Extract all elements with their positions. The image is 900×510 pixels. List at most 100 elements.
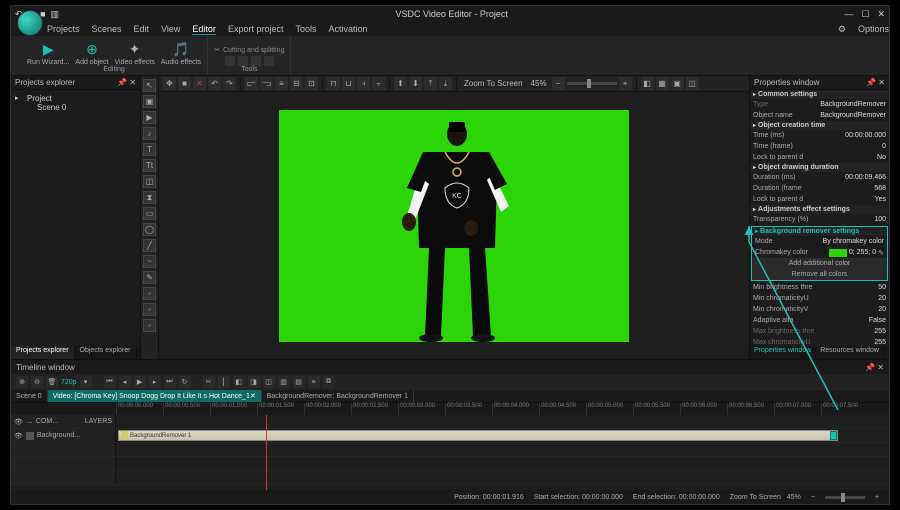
tool-cursor-icon[interactable]: ↖ [143, 79, 156, 92]
add-object-button[interactable]: ⊕Add object [75, 41, 108, 66]
qat-open-icon[interactable]: ▥ [51, 9, 60, 20]
chromakey-color-chip[interactable] [829, 249, 847, 257]
pt-redo-icon[interactable]: ↷ [223, 77, 236, 90]
zoom-in-icon[interactable]: + [619, 77, 632, 90]
ribbon-tool[interactable] [238, 56, 248, 66]
sec-bgrem[interactable]: Background remover settings [752, 227, 887, 236]
tc-trash-icon[interactable]: 🗑 [46, 376, 58, 388]
pt-align[interactable]: ⫟ [372, 77, 385, 90]
tc-play-icon[interactable]: ▶ [134, 376, 146, 388]
tc-end-icon[interactable]: ⏭ [164, 376, 176, 388]
timeline-tab-scene[interactable]: Scene 0 [11, 390, 48, 402]
clip-end-handle[interactable] [830, 431, 837, 440]
pt-misc[interactable]: ▣ [671, 77, 684, 90]
preview-canvas[interactable]: KC [159, 92, 749, 359]
panel-close-icon[interactable]: ✕ [878, 78, 885, 87]
menu-projects[interactable]: Projects [47, 24, 80, 34]
tc-misc[interactable]: ≡ [308, 376, 320, 388]
menu-activation[interactable]: Activation [328, 24, 367, 34]
tree-scene[interactable]: Scene 0 [15, 103, 136, 112]
tc-misc[interactable]: ◧ [233, 376, 245, 388]
tab-close-icon[interactable]: ✕ [250, 392, 256, 400]
tc-cut-icon[interactable]: ✂ [203, 376, 215, 388]
tc-prev-icon[interactable]: ◂ [119, 376, 131, 388]
status-zoom-slider[interactable] [841, 493, 845, 502]
ribbon-tool[interactable] [225, 56, 235, 66]
timeline-ruler[interactable]: 00:00:00.000 00:00:00.500 00:00:01.000 0… [11, 403, 889, 415]
sec-creation[interactable]: Object creation time [750, 121, 889, 130]
minimize-icon[interactable]: — [844, 9, 853, 20]
timeline-tab-bgrem[interactable]: BackgroundRemover: BackgroundRemover 1 [262, 390, 414, 402]
tc-misc[interactable]: ⧉ [323, 376, 335, 388]
pt-order[interactable]: ⤒ [424, 77, 437, 90]
timeline-tab-video[interactable]: Video: [Chroma Key] Snoop Dogg Drop It L… [48, 390, 262, 402]
eye-icon[interactable]: 👁 [14, 432, 23, 440]
sec-adjust[interactable]: Adjustments effect settings [750, 205, 889, 214]
tc-next-icon[interactable]: ▸ [149, 376, 161, 388]
pt-misc[interactable]: ▦ [656, 77, 669, 90]
menu-editor[interactable]: Editor [192, 24, 216, 35]
tc-start-icon[interactable]: ⏮ [104, 376, 116, 388]
zoom-slider[interactable] [587, 79, 591, 88]
menu-view[interactable]: View [161, 24, 180, 34]
tool-video-icon[interactable]: ▶ [143, 111, 156, 124]
sec-common[interactable]: Common settings [750, 90, 889, 99]
tool-rect-icon[interactable]: ▭ [143, 207, 156, 220]
tool-misc3-icon[interactable]: ◦ [143, 319, 156, 332]
tool-ellipse-icon[interactable]: ◯ [143, 223, 156, 236]
menu-tools[interactable]: Tools [295, 24, 316, 34]
zoom-in-icon[interactable]: + [875, 494, 879, 501]
ribbon-tool[interactable] [264, 56, 274, 66]
tab-objects-explorer[interactable]: Objects explorer [75, 346, 137, 359]
tc-misc[interactable]: ◫ [263, 376, 275, 388]
panel-close-icon[interactable]: ✕ [877, 363, 884, 372]
tc-remove-icon[interactable]: ⊖ [31, 376, 43, 388]
tool-curve-icon[interactable]: ~ [143, 255, 156, 268]
pt-delete-icon[interactable]: ✕ [193, 77, 206, 90]
zoom-pct[interactable]: 45% [531, 79, 547, 88]
tc-loop-icon[interactable]: ↻ [179, 376, 191, 388]
tool-misc-icon[interactable]: ◦ [143, 287, 156, 300]
tc-dd-icon[interactable]: ▾ [80, 376, 92, 388]
pt-order[interactable]: ⬆ [394, 77, 407, 90]
menu-export[interactable]: Export project [228, 24, 284, 34]
tc-misc[interactable]: ▥ [278, 376, 290, 388]
pin-icon[interactable]: 📌 [866, 78, 876, 87]
panel-close-icon[interactable]: ✕ [129, 78, 136, 87]
close-icon[interactable]: ✕ [877, 9, 885, 20]
tab-projects-explorer[interactable]: Projects explorer [11, 346, 75, 359]
video-effects-button[interactable]: ✦Video effects [115, 41, 155, 66]
options-label[interactable]: Options [858, 24, 889, 34]
menu-edit[interactable]: Edit [134, 24, 150, 34]
picker-icon[interactable]: ✎ [878, 249, 884, 257]
zoom-out-icon[interactable]: − [552, 77, 565, 90]
tool-text-icon[interactable]: T [143, 143, 156, 156]
pt-align[interactable]: ⫍ [245, 77, 258, 90]
pt-align[interactable]: ⫎ [260, 77, 273, 90]
tool-image-icon[interactable]: ▣ [143, 95, 156, 108]
pt-align[interactable]: ⊓ [327, 77, 340, 90]
pt-order[interactable]: ⬇ [409, 77, 422, 90]
pt-misc[interactable]: ◧ [641, 77, 654, 90]
pt-align[interactable]: ≡ [275, 77, 288, 90]
tc-split-icon[interactable]: ⎮ [218, 376, 230, 388]
tc-misc[interactable]: ▤ [293, 376, 305, 388]
tc-misc[interactable]: ◨ [248, 376, 260, 388]
zoom-out-icon[interactable]: − [811, 494, 815, 501]
tool-counter-icon[interactable]: ⧗ [143, 191, 156, 204]
pt-align[interactable]: ⫞ [357, 77, 370, 90]
gear-icon[interactable]: ⚙ [838, 24, 846, 35]
tool-freehand-icon[interactable]: ✎ [143, 271, 156, 284]
playhead[interactable] [266, 415, 267, 490]
pt-align[interactable]: ⊔ [342, 77, 355, 90]
remove-colors-button[interactable]: Remove all colors [752, 269, 887, 280]
pt-misc[interactable]: ◫ [686, 77, 699, 90]
maximize-icon[interactable]: ☐ [861, 9, 869, 20]
tool-misc2-icon[interactable]: ◦ [143, 303, 156, 316]
add-color-button[interactable]: Add additional color [752, 258, 887, 269]
pt-move-icon[interactable]: ✥ [163, 77, 176, 90]
ribbon-tool[interactable] [251, 56, 261, 66]
pt-tool[interactable]: ■ [178, 77, 191, 90]
tool-chart-icon[interactable]: ◫ [143, 175, 156, 188]
pt-align[interactable]: ⊟ [290, 77, 303, 90]
